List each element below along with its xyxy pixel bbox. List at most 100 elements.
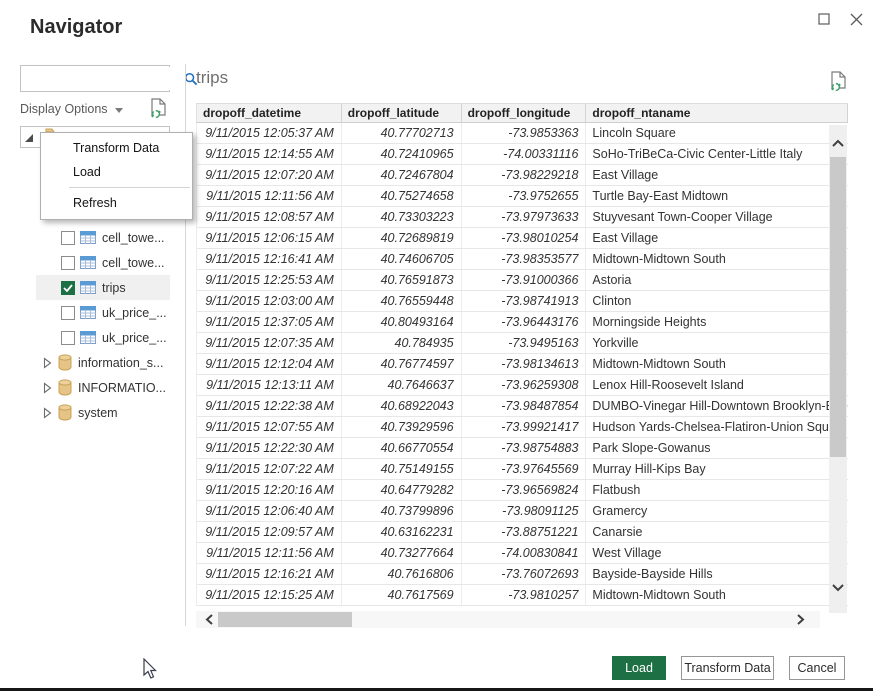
cell-dropoff-latitude: 40.64779282 [342, 480, 462, 500]
search-input[interactable] [21, 67, 184, 90]
cell-dropoff-longitude: -73.88751221 [462, 522, 587, 542]
tree-item-label[interactable]: uk_price_... [102, 331, 167, 345]
horizontal-scrollbar[interactable] [196, 611, 820, 628]
checkmark-icon [63, 284, 73, 292]
tree-item-cell-towe[interactable]: cell_towe... [20, 225, 170, 250]
navigator-dialog: Navigator Display Options [0, 0, 873, 691]
refresh-preview-button[interactable] [830, 71, 848, 97]
tree-item-label[interactable]: trips [102, 281, 126, 295]
table-row: 9/11/2015 12:11:56 AM40.73277664-74.0083… [197, 543, 848, 564]
scroll-up-icon[interactable] [830, 135, 846, 153]
close-button[interactable] [842, 5, 870, 33]
table-icon [80, 331, 96, 344]
expand-arrow-icon[interactable] [43, 382, 52, 394]
table-row: 9/11/2015 12:03:00 AM40.76559448-73.9874… [197, 291, 848, 312]
cancel-button[interactable]: Cancel [789, 656, 845, 680]
table-checkbox[interactable] [61, 306, 75, 320]
cell-dropoff-ntaname: Morningside Heights [586, 312, 848, 332]
cell-dropoff-latitude: 40.76591873 [342, 270, 462, 290]
cell-dropoff-datetime: 9/11/2015 12:20:16 AM [197, 480, 342, 500]
tree-item-trips[interactable]: trips [20, 275, 170, 300]
tree-item-informatio[interactable]: INFORMATIO... [20, 375, 170, 400]
preview-title: trips [196, 68, 228, 88]
table-row: 9/11/2015 12:14:55 AM40.72410965-74.0033… [197, 144, 848, 165]
cell-dropoff-longitude: -73.91000366 [462, 270, 587, 290]
table-icon [80, 231, 96, 244]
cell-dropoff-longitude: -73.97973633 [462, 207, 587, 227]
horizontal-scrollbar-thumb[interactable] [218, 612, 352, 627]
scroll-left-icon[interactable] [204, 613, 214, 631]
expand-arrow-icon[interactable] [43, 357, 52, 369]
tree-item-uk-price[interactable]: uk_price_... [20, 325, 170, 350]
vertical-scrollbar-thumb[interactable] [830, 157, 846, 457]
cell-dropoff-ntaname: Hudson Yards-Chelsea-Flatiron-Union Squa… [586, 417, 848, 437]
scroll-right-icon[interactable] [796, 613, 806, 631]
column-header-dropoff-ntaname: dropoff_ntaname [586, 104, 848, 122]
cell-dropoff-datetime: 9/11/2015 12:07:22 AM [197, 459, 342, 479]
cell-dropoff-latitude: 40.73303223 [342, 207, 462, 227]
cell-dropoff-latitude: 40.7616806 [342, 564, 462, 584]
menu-item-refresh[interactable]: Refresh [41, 191, 192, 215]
cell-dropoff-longitude: -73.98741913 [462, 291, 587, 311]
cell-dropoff-ntaname: Lincoln Square [586, 123, 848, 143]
mouse-cursor-icon [143, 658, 159, 685]
menu-item-transform-data[interactable]: Transform Data [41, 136, 192, 160]
table-checkbox[interactable] [61, 331, 75, 345]
cell-dropoff-longitude: -73.98754883 [462, 438, 587, 458]
menu-item-load[interactable]: Load [41, 160, 192, 184]
tree-item-label[interactable]: INFORMATIO... [78, 381, 166, 395]
cell-dropoff-longitude: -73.99921417 [462, 417, 587, 437]
table-checkbox[interactable] [61, 231, 75, 245]
tree-item-information-s[interactable]: information_s... [20, 350, 170, 375]
tree-item-label[interactable]: uk_price_... [102, 306, 167, 320]
tree-item-label[interactable]: system [78, 406, 118, 420]
table-row: 9/11/2015 12:16:21 AM40.7616806-73.76072… [197, 564, 848, 585]
table-row: 9/11/2015 12:16:41 AM40.74606705-73.9835… [197, 249, 848, 270]
cell-dropoff-longitude: -73.97645569 [462, 459, 587, 479]
display-options-dropdown[interactable]: Display Options [20, 98, 170, 120]
cell-dropoff-latitude: 40.76774597 [342, 354, 462, 374]
cell-dropoff-datetime: 9/11/2015 12:37:05 AM [197, 312, 342, 332]
tree-item-label[interactable]: cell_towe... [102, 231, 165, 245]
cell-dropoff-ntaname: Park Slope-Gowanus [586, 438, 848, 458]
scroll-down-icon[interactable] [830, 580, 846, 598]
cell-dropoff-ntaname: Stuyvesant Town-Cooper Village [586, 207, 848, 227]
cell-dropoff-datetime: 9/11/2015 12:06:40 AM [197, 501, 342, 521]
cell-dropoff-datetime: 9/11/2015 12:07:55 AM [197, 417, 342, 437]
cell-dropoff-ntaname: Canarsie [586, 522, 848, 542]
cell-dropoff-longitude: -73.76072693 [462, 564, 587, 584]
tree-item-system[interactable]: system [20, 400, 170, 425]
cell-dropoff-datetime: 9/11/2015 12:07:20 AM [197, 165, 342, 185]
tree-item-uk-price[interactable]: uk_price_... [20, 300, 170, 325]
transform-data-button[interactable]: Transform Data [681, 656, 774, 680]
table-row: 9/11/2015 12:37:05 AM40.80493164-73.9644… [197, 312, 848, 333]
cell-dropoff-latitude: 40.73799896 [342, 501, 462, 521]
cell-dropoff-latitude: 40.75149155 [342, 459, 462, 479]
expanded-triangle-icon[interactable] [25, 134, 33, 142]
table-row: 9/11/2015 12:06:40 AM40.73799896-73.9809… [197, 501, 848, 522]
column-header-dropoff-latitude: dropoff_latitude [342, 104, 462, 122]
tree-item-cell-towe[interactable]: cell_towe... [20, 250, 170, 275]
database-icon [58, 354, 72, 371]
refresh-tree-button[interactable] [150, 98, 168, 124]
cell-dropoff-latitude: 40.76559448 [342, 291, 462, 311]
table-row: 9/11/2015 12:07:55 AM40.73929596-73.9992… [197, 417, 848, 438]
cell-dropoff-ntaname: East Village [586, 165, 848, 185]
table-checkbox[interactable] [61, 281, 75, 295]
tree-item-label[interactable]: cell_towe... [102, 256, 165, 270]
table-row: 9/11/2015 12:09:57 AM40.63162231-73.8875… [197, 522, 848, 543]
table-row: 9/11/2015 12:07:22 AM40.75149155-73.9764… [197, 459, 848, 480]
table-row: 9/11/2015 12:13:11 AM40.7646637-73.96259… [197, 375, 848, 396]
cell-dropoff-latitude: 40.72689819 [342, 228, 462, 248]
table-row: 9/11/2015 12:22:30 AM40.66770554-73.9875… [197, 438, 848, 459]
maximize-button[interactable] [810, 5, 838, 33]
cell-dropoff-datetime: 9/11/2015 12:03:00 AM [197, 291, 342, 311]
cell-dropoff-longitude: -74.00830841 [462, 543, 587, 563]
context-menu: Transform DataLoad Refresh [40, 132, 193, 220]
load-button[interactable]: Load [612, 656, 666, 680]
table-row: 9/11/2015 12:08:57 AM40.73303223-73.9797… [197, 207, 848, 228]
table-checkbox[interactable] [61, 256, 75, 270]
expand-arrow-icon[interactable] [43, 407, 52, 419]
vertical-scrollbar[interactable] [829, 125, 847, 613]
tree-item-label[interactable]: information_s... [78, 356, 163, 370]
